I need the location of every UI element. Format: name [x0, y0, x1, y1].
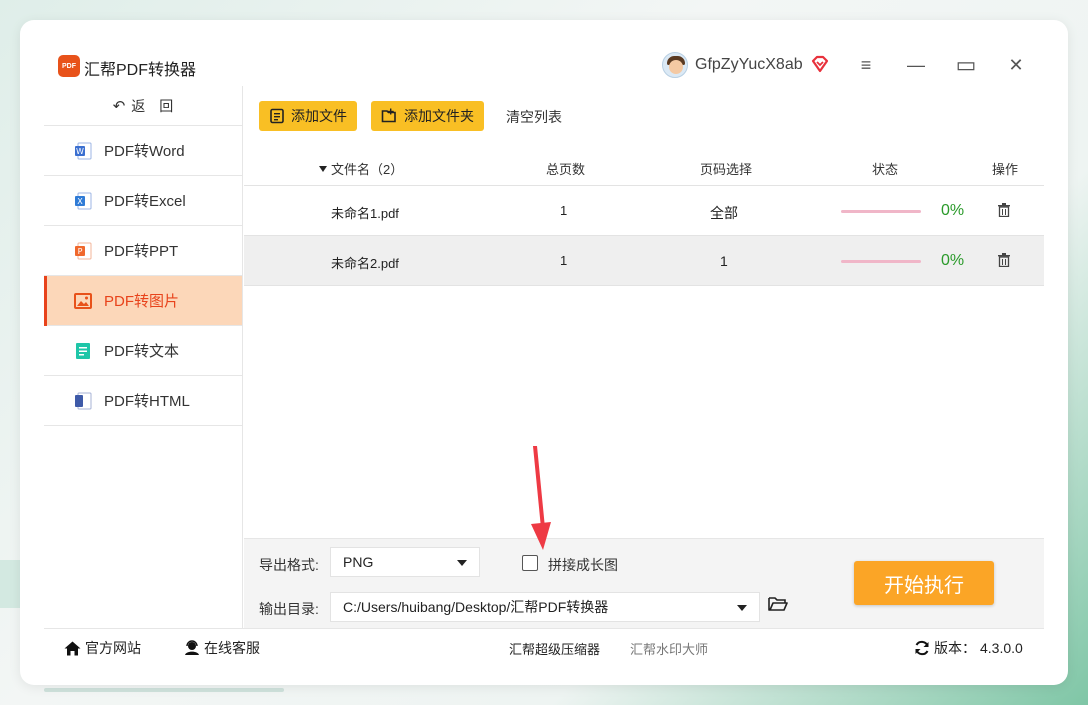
title-bar: PDF 汇帮PDF转换器 GfpZyYucX8ab ≡ — ▭ ✕ [44, 44, 1044, 86]
home-icon [64, 641, 81, 655]
sidebar: ↶ 返 回 W PDF转Word X PDF转Excel P PDF转PPT P… [44, 86, 243, 628]
website-link[interactable]: 官方网站 [64, 638, 141, 658]
folder-open-icon[interactable] [768, 596, 788, 612]
version-number: 4.3.0.0 [980, 640, 1023, 656]
version-label: 版本： [934, 640, 976, 656]
sidebar-item-label: PDF转PPT [104, 243, 179, 260]
table-header: 文件名（2） 总页数 页码选择 状态 操作 [244, 146, 1044, 186]
action-column-header: 操作 [992, 162, 1019, 177]
main-panel: 添加文件 添加文件夹 清空列表 文件名（2） 总页数 页码选择 状态 操作 未命… [244, 86, 1044, 628]
format-select[interactable]: PNG [330, 547, 480, 577]
options-panel: 导出格式: PNG 拼接成长图 输出目录: C:/Users/huibang/D… [244, 538, 1044, 628]
watermark-link[interactable]: 汇帮水印大师 [630, 639, 708, 658]
pages-column-header: 总页数 [546, 162, 586, 177]
filename-header-label: 文件名（2） [331, 162, 404, 177]
svg-text:X: X [77, 197, 83, 206]
html-icon [75, 392, 92, 409]
sidebar-item-pdf-to-excel[interactable]: X PDF转Excel [44, 176, 242, 226]
page-select[interactable]: 1 [720, 253, 728, 269]
add-file-icon [270, 108, 284, 124]
background-line [44, 688, 284, 692]
user-avatar[interactable] [662, 52, 688, 78]
website-label: 官方网站 [85, 640, 141, 656]
add-folder-icon [381, 108, 396, 123]
progress-percent: 0% [941, 252, 965, 269]
trash-icon[interactable] [998, 253, 1010, 267]
add-folder-button[interactable]: 添加文件夹 [371, 101, 484, 131]
sidebar-item-label: PDF转HTML [104, 393, 190, 410]
back-arrow-icon: ↶ [112, 97, 126, 115]
sidebar-item-pdf-to-text[interactable]: PDF转文本 [44, 326, 242, 376]
file-name: 未命名2.pdf [331, 256, 399, 271]
add-file-button[interactable]: 添加文件 [259, 101, 357, 131]
add-folder-label: 添加文件夹 [404, 108, 474, 124]
menu-icon[interactable]: ≡ [852, 52, 880, 78]
support-agent-icon [185, 640, 199, 655]
annotation-arrow-icon [531, 446, 551, 550]
chevron-down-icon [737, 605, 747, 611]
sidebar-item-pdf-to-word[interactable]: W PDF转Word [44, 126, 242, 176]
start-button[interactable]: 开始执行 [854, 561, 994, 605]
chevron-down-icon [457, 560, 467, 566]
app-window: PDF 汇帮PDF转换器 GfpZyYucX8ab ≡ — ▭ ✕ ↶ 返 回 … [44, 44, 1044, 664]
sidebar-item-label: PDF转Word [104, 143, 185, 160]
username[interactable]: GfpZyYucX8ab [695, 56, 803, 74]
refresh-icon [915, 640, 929, 656]
progress-bar [841, 260, 921, 263]
sort-caret-icon [319, 165, 327, 172]
add-file-label: 添加文件 [291, 108, 347, 124]
app-logo-icon: PDF [58, 55, 80, 77]
sidebar-item-label: PDF转图片 [104, 293, 180, 310]
page-count: 1 [560, 253, 568, 268]
page-select-column-header: 页码选择 [700, 162, 753, 177]
output-label: 输出目录: [259, 601, 319, 617]
text-icon [76, 342, 90, 359]
word-icon: W [75, 142, 92, 159]
format-label: 导出格式: [259, 557, 319, 573]
support-label: 在线客服 [204, 640, 260, 656]
clear-list-button[interactable]: 清空列表 [506, 107, 562, 127]
back-label: 返 回 [131, 97, 174, 114]
back-button[interactable]: ↶ 返 回 [44, 86, 242, 126]
filename-column-header[interactable]: 文件名（2） [319, 159, 403, 178]
table-row[interactable]: 未命名1.pdf 1 全部 0% [244, 186, 1044, 236]
page-select[interactable]: 全部 [710, 203, 738, 223]
sidebar-item-label: PDF转文本 [104, 343, 180, 360]
ppt-icon: P [75, 242, 92, 259]
toolbar: 添加文件 添加文件夹 清空列表 [244, 86, 1044, 146]
svg-text:W: W [76, 147, 84, 156]
vip-diamond-icon[interactable] [810, 54, 830, 74]
progress-percent: 0% [941, 202, 965, 219]
support-link[interactable]: 在线客服 [184, 638, 260, 658]
footer: 官方网站 在线客服 汇帮超级压缩器 汇帮水印大师 版本： 4.3.0.0 [44, 628, 1044, 664]
maximize-button[interactable]: ▭ [952, 52, 980, 78]
sidebar-item-pdf-to-image[interactable]: PDF转图片 [44, 276, 242, 326]
sidebar-item-pdf-to-ppt[interactable]: P PDF转PPT [44, 226, 242, 276]
stitch-label[interactable]: 拼接成长图 [548, 555, 618, 575]
minimize-button[interactable]: — [902, 52, 930, 78]
trash-icon[interactable] [998, 203, 1010, 217]
compressor-link[interactable]: 汇帮超级压缩器 [509, 639, 600, 658]
format-value: PNG [343, 554, 374, 570]
output-path-select[interactable]: C:/Users/huibang/Desktop/汇帮PDF转换器 [330, 592, 760, 622]
close-button[interactable]: ✕ [1002, 52, 1030, 78]
progress-bar [841, 210, 921, 213]
excel-icon: X [75, 192, 92, 209]
table-row[interactable]: 未命名2.pdf 1 1 0% [244, 236, 1044, 286]
app-title: 汇帮PDF转换器 [84, 62, 197, 79]
output-path-value: C:/Users/huibang/Desktop/汇帮PDF转换器 [343, 599, 609, 615]
stitch-checkbox[interactable] [522, 555, 538, 571]
page-count: 1 [560, 203, 568, 218]
image-icon [74, 292, 92, 309]
sidebar-item-label: PDF转Excel [104, 193, 186, 210]
svg-text:P: P [78, 247, 83, 256]
status-column-header: 状态 [872, 162, 899, 177]
file-name: 未命名1.pdf [331, 206, 399, 221]
sidebar-item-pdf-to-html[interactable]: PDF转HTML [44, 376, 242, 426]
version-info[interactable]: 版本： 4.3.0.0 [914, 638, 1023, 658]
